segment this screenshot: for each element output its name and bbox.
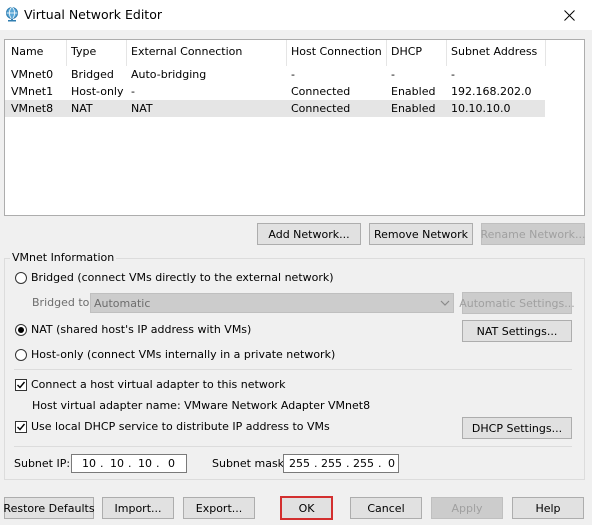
cell-subnet-address: 10.10.10.0 (451, 102, 511, 115)
bridged-to-dropdown[interactable]: Automatic (90, 293, 454, 313)
header-subnet-address[interactable]: Subnet Address (451, 45, 537, 58)
cell-dhcp: - (391, 68, 395, 81)
cancel-button[interactable]: Cancel (350, 497, 422, 519)
cell-external-connection: Auto-bridging (131, 68, 207, 81)
cell-external-connection: NAT (131, 102, 153, 115)
nat-label[interactable]: NAT (shared host's IP address with VMs) (31, 323, 251, 336)
header-name[interactable]: Name (11, 45, 43, 58)
globe-icon (6, 7, 18, 22)
automatic-settings-button[interactable]: Automatic Settings... (459, 292, 575, 314)
window-title: Virtual Network Editor (24, 7, 162, 22)
nat-radio[interactable] (15, 324, 27, 336)
divider (14, 446, 572, 447)
cell-external-connection: - (131, 85, 135, 98)
header-type[interactable]: Type (71, 45, 96, 58)
cell-host-connection: Connected (291, 102, 351, 115)
cell-subnet-address: - (451, 68, 455, 81)
dhcp-settings-button[interactable]: DHCP Settings... (462, 417, 572, 439)
subnet-ip-input[interactable]: 10 . 10 . 10 . 0 (71, 454, 187, 473)
export-button[interactable]: Export... (183, 497, 255, 519)
cell-subnet-address: 192.168.202.0 (451, 85, 532, 98)
subnet-mask-octet: 255 (289, 457, 310, 470)
header-external-connection[interactable]: External Connection (131, 45, 242, 58)
connect-adapter-label[interactable]: Connect a host virtual adapter to this n… (31, 378, 285, 391)
cell-name: VMnet0 (11, 68, 54, 81)
dhcp-label[interactable]: Use local DHCP service to distribute IP … (31, 420, 330, 433)
cell-name: VMnet8 (11, 102, 54, 115)
table-row[interactable]: VMnet0 Bridged Auto-bridging - - - (5, 66, 545, 83)
cell-type: Bridged (71, 68, 114, 81)
table-row-selected[interactable]: VMnet8 NAT NAT Connected Enabled 10.10.1… (5, 100, 545, 117)
subnet-mask-octet: 255 (353, 457, 374, 470)
close-icon (563, 9, 575, 21)
header-dhcp[interactable]: DHCP (391, 45, 422, 58)
import-button[interactable]: Import... (102, 497, 174, 519)
table-row[interactable]: VMnet1 Host-only - Connected Enabled 192… (5, 83, 545, 100)
cell-type: Host-only (71, 85, 124, 98)
adapter-name-label: Host virtual adapter name: VMware Networ… (32, 399, 371, 412)
subnet-mask-label: Subnet mask: (212, 457, 288, 470)
table-header: Name Type External Connection Host Conne… (5, 40, 546, 66)
apply-button[interactable]: Apply (431, 497, 503, 519)
network-list[interactable]: Name Type External Connection Host Conne… (4, 39, 585, 216)
rename-network-button[interactable]: Rename Network... (480, 223, 586, 245)
title-bar: Virtual Network Editor (0, 0, 592, 30)
cell-dhcp: Enabled (391, 85, 436, 98)
divider (14, 369, 572, 370)
ok-button[interactable]: OK (280, 496, 333, 520)
dhcp-checkbox[interactable] (15, 421, 27, 433)
subnet-mask-octet: 255 (321, 457, 342, 470)
subnet-ip-label: Subnet IP: (14, 457, 71, 470)
subnet-mask-octet: 0 (388, 457, 395, 470)
checkmark-icon (17, 423, 26, 431)
cell-type: NAT (71, 102, 93, 115)
cell-host-connection: Connected (291, 85, 351, 98)
checkmark-icon (17, 381, 26, 389)
cell-name: VMnet1 (11, 85, 54, 98)
bridged-radio[interactable] (15, 272, 27, 284)
chevron-down-icon (440, 300, 450, 306)
subnet-ip-octet: 0 (168, 457, 175, 470)
close-button[interactable] (546, 0, 592, 30)
bridged-to-value: Automatic (94, 297, 151, 310)
bridged-label[interactable]: Bridged (connect VMs directly to the ext… (31, 271, 334, 284)
cell-host-connection: - (291, 68, 295, 81)
restore-defaults-button[interactable]: Restore Defaults (3, 497, 95, 519)
nat-settings-button[interactable]: NAT Settings... (462, 320, 572, 342)
bridged-to-label: Bridged to: (32, 296, 94, 309)
subnet-ip-octet: 10 (82, 457, 96, 470)
subnet-ip-octet: 10 (110, 457, 124, 470)
subnet-mask-input[interactable]: 255 . 255 . 255 . 0 (283, 454, 399, 473)
add-network-button[interactable]: Add Network... (257, 223, 361, 245)
remove-network-button[interactable]: Remove Network (369, 223, 473, 245)
cell-dhcp: Enabled (391, 102, 436, 115)
help-button[interactable]: Help (512, 497, 584, 519)
connect-adapter-checkbox[interactable] (15, 379, 27, 391)
header-host-connection[interactable]: Host Connection (291, 45, 382, 58)
group-title: VMnet Information (10, 251, 117, 264)
host-only-radio[interactable] (15, 349, 27, 361)
subnet-ip-octet: 10 (138, 457, 152, 470)
host-only-label[interactable]: Host-only (connect VMs internally in a p… (31, 348, 335, 361)
